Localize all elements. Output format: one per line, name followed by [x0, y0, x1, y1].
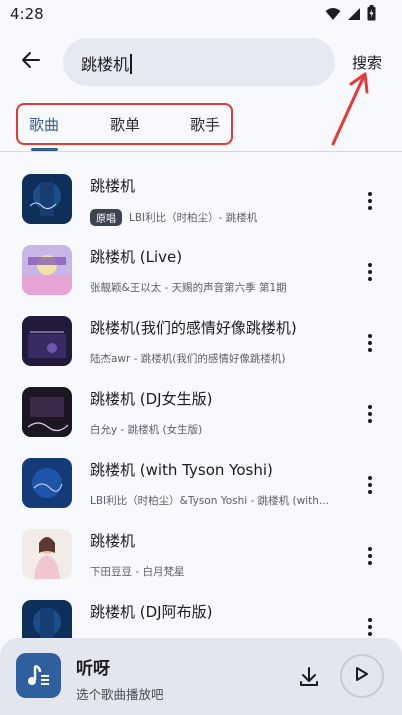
album-cover	[22, 316, 72, 366]
search-input[interactable]: 跳楼机	[63, 38, 335, 86]
song-title: 跳楼机 (DJ女生版)	[90, 390, 213, 408]
album-cover	[22, 174, 72, 224]
song-subtitle: 张靓颖&王以太 - 天赐的声音第六季 第1期	[90, 282, 287, 294]
back-button[interactable]	[14, 45, 48, 79]
status-bar: 4:28	[0, 0, 402, 30]
song-subtitle: 下田豆豆 - 白月梵星	[90, 566, 185, 578]
album-cover	[22, 458, 72, 508]
annotation-arrow	[331, 72, 369, 146]
tab-playlists[interactable]: 歌单	[110, 114, 140, 135]
more-vert-icon[interactable]	[360, 473, 380, 497]
more-vert-icon[interactable]	[360, 331, 380, 355]
battery-icon	[367, 5, 376, 25]
more-vert-icon[interactable]	[360, 402, 380, 426]
album-cover	[22, 529, 72, 579]
song-title: 跳楼机	[90, 532, 136, 550]
play-icon	[355, 666, 369, 686]
song-title: 跳楼机 (DJ阿布版)	[90, 603, 213, 621]
song-title: 跳楼机(我们的感情好像跳楼机)	[90, 319, 297, 337]
signal-icon	[347, 6, 361, 25]
song-row[interactable]: 跳楼机(我们的感情好像跳楼机) 陆杰awr - 跳楼机(我们的感情好像跳楼机)	[0, 294, 402, 366]
text-caret	[130, 54, 133, 74]
tab-songs[interactable]: 歌曲	[29, 114, 59, 135]
player-subtitle: 选个歌曲播放吧	[76, 687, 164, 702]
tab-artists[interactable]: 歌手	[190, 114, 220, 135]
download-icon	[297, 667, 321, 693]
song-row[interactable]: 跳楼机 原唱 LBI利比（时柏尘）- 跳楼机	[0, 152, 402, 226]
player-title: 听呀	[76, 659, 110, 679]
album-cover	[22, 245, 72, 295]
song-row[interactable]: 跳楼机 (with Tyson Yoshi) LBI利比（时柏尘）&Tyson …	[0, 436, 402, 508]
status-icons	[325, 5, 376, 25]
wifi-icon	[325, 6, 341, 25]
song-subtitle: 陆杰awr - 跳楼机(我们的感情好像跳楼机)	[90, 353, 286, 365]
music-note-icon	[16, 653, 61, 698]
more-vert-icon[interactable]	[360, 260, 380, 284]
song-title: 跳楼机 (with Tyson Yoshi)	[90, 461, 273, 479]
mini-player[interactable]: 听呀 选个歌曲播放吧	[0, 638, 402, 715]
arrow-left-icon	[21, 50, 41, 74]
status-time: 4:28	[10, 5, 44, 23]
song-subtitle: LBI利比（时柏尘）&Tyson Yoshi - 跳楼机 (with...	[90, 495, 329, 507]
play-button[interactable]	[340, 654, 384, 698]
more-vert-icon[interactable]	[360, 615, 380, 639]
more-vert-icon[interactable]	[360, 189, 380, 213]
song-row[interactable]: 跳楼机 下田豆豆 - 白月梵星	[0, 507, 402, 579]
download-button[interactable]	[297, 665, 321, 689]
song-row[interactable]: 跳楼机 (Live) 张靓颖&王以太 - 天赐的声音第六季 第1期	[0, 223, 402, 295]
song-subtitle: 白允y - 跳楼机 (女生版)	[90, 424, 203, 436]
more-vert-icon[interactable]	[360, 544, 380, 568]
search-query: 跳楼机	[81, 55, 130, 74]
song-row[interactable]: 跳楼机 (DJ女生版) 白允y - 跳楼机 (女生版)	[0, 365, 402, 437]
album-cover	[22, 387, 72, 437]
song-title: 跳楼机	[90, 177, 136, 195]
song-title: 跳楼机 (Live)	[90, 248, 183, 266]
